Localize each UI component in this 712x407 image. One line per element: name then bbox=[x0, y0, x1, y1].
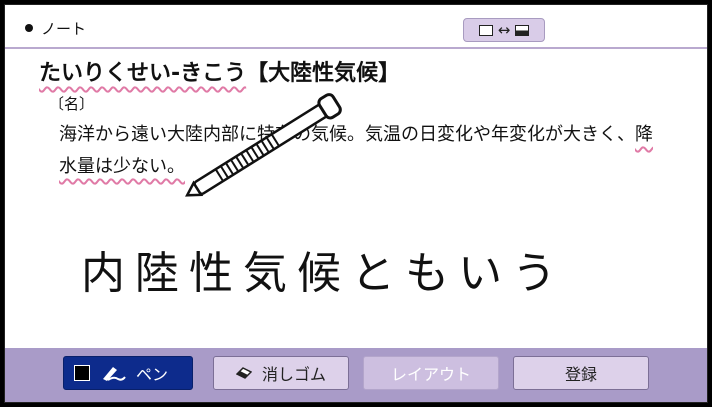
part-of-speech: 〔名〕 bbox=[49, 95, 95, 113]
pen-icon bbox=[103, 367, 126, 381]
handwritten-note: 内陸性気候ともいう bbox=[81, 248, 567, 299]
bullet-icon bbox=[25, 24, 33, 32]
split-pane-icon bbox=[515, 24, 530, 36]
note-screen: ノート ↔ たいりくせい-きこう【大陸性気候】 〔名〕 海洋から遠い大陸内部に特… bbox=[4, 4, 708, 403]
single-pane-icon bbox=[478, 24, 493, 36]
pen-button[interactable]: ペン bbox=[63, 356, 193, 390]
definition-text: 海洋から遠い大陸内部に特有の気候。気温の日変化や年変化が大きく、降 水量は少ない… bbox=[59, 119, 689, 183]
header-title: ノート bbox=[41, 20, 87, 38]
register-button-label: 登録 bbox=[564, 365, 597, 384]
register-button[interactable]: 登録 bbox=[513, 356, 649, 390]
eraser-button-label: 消しゴム bbox=[261, 365, 326, 384]
swap-arrow-icon: ↔ bbox=[497, 20, 511, 39]
entry-headword: たいりくせい-きこう【大陸性気候】 bbox=[39, 55, 400, 87]
stylus-cursor-icon bbox=[185, 93, 342, 197]
definition-highlight-1: 降 bbox=[635, 124, 653, 145]
pen-button-label: ペン bbox=[136, 365, 169, 384]
layout-button[interactable]: レイアウト bbox=[363, 356, 499, 390]
note-header: ノート ↔ bbox=[5, 5, 707, 49]
definition-highlight-2: 水量は少ない。 bbox=[59, 156, 185, 177]
layout-toggle-button[interactable]: ↔ bbox=[463, 18, 545, 42]
layout-button-label: レイアウト bbox=[390, 365, 471, 384]
entry-reading: たいりくせい-きこう bbox=[39, 61, 247, 86]
eraser-icon bbox=[235, 367, 252, 379]
bottom-toolbar: ペン 消しゴム レイアウト 登録 bbox=[5, 348, 707, 402]
eraser-button[interactable]: 消しゴム bbox=[213, 356, 349, 390]
entry-kanji: 【大陸性気候】 bbox=[246, 61, 401, 86]
pen-color-swatch[interactable] bbox=[74, 365, 90, 381]
